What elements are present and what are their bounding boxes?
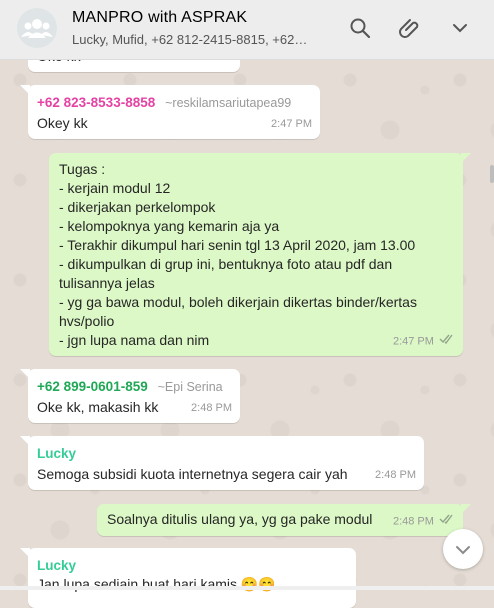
scroll-down-icon bbox=[456, 546, 470, 555]
message-incoming[interactable]: +62 899-0601-859 ~Epi Serina Oke kk, mak… bbox=[20, 369, 240, 423]
chat-header: MANPRO with ASPRAK Lucky, Mufid, +62 812… bbox=[0, 0, 494, 60]
message-incoming[interactable]: +62 823-8533-8858 ~reskilamsariutapea99 … bbox=[20, 85, 320, 139]
sender-push-name: ~Epi Serina bbox=[157, 380, 223, 394]
message-time: 2:48 PM bbox=[375, 469, 416, 481]
chat-participants[interactable]: Lucky, Mufid, +62 812-2415-8815, +62… bbox=[72, 32, 332, 47]
message-text: Jan lupa sediain buat hari kamis 😊😊 bbox=[37, 576, 276, 592]
composer-edge bbox=[0, 586, 494, 590]
sender-name[interactable]: Lucky bbox=[37, 558, 76, 573]
message-line: - dikerjakan perkelompok bbox=[59, 199, 216, 215]
message-line: - jgn lupa nama dan nim bbox=[59, 332, 210, 348]
message-line: tulisannya jelas bbox=[59, 275, 155, 291]
sender-name[interactable]: +62 899-0601-859 bbox=[37, 379, 148, 394]
message-time: 2:48 PM bbox=[191, 402, 232, 414]
message-incoming[interactable]: Lucky Jan lupa sediain buat hari kamis 😊… bbox=[20, 548, 356, 608]
message-text: Okey kk bbox=[37, 115, 88, 131]
message-time-status: 2:47 PM bbox=[393, 332, 455, 351]
bubble-tail bbox=[20, 548, 30, 558]
message-time: 2:48 PM bbox=[392, 515, 434, 527]
message-line: hvs/polio bbox=[59, 313, 115, 329]
chevron-down-icon[interactable] bbox=[448, 16, 472, 40]
double-check-icon bbox=[439, 332, 455, 351]
attach-icon[interactable] bbox=[398, 16, 422, 40]
group-avatar-icon[interactable] bbox=[17, 8, 57, 48]
message-line: - kerjain modul 12 bbox=[59, 180, 171, 196]
sender-name[interactable]: +62 823-8533-8858 bbox=[37, 95, 155, 110]
message-line: - Terakhir dikumpul hari senin tgl 13 Ap… bbox=[59, 237, 416, 253]
message-text-block: Tugas : - kerjain modul 12 - dikerjakan … bbox=[59, 160, 417, 350]
search-icon[interactable] bbox=[348, 16, 372, 40]
chat-title[interactable]: MANPRO with ASPRAK bbox=[72, 9, 247, 27]
message-text: Oke kk, makasih kk bbox=[37, 399, 159, 415]
bubble-tail bbox=[461, 153, 471, 163]
message-line: Tugas : bbox=[59, 161, 106, 177]
bubble-tail bbox=[20, 436, 30, 446]
bubble-tail bbox=[20, 369, 30, 379]
scroll-down-button[interactable] bbox=[443, 529, 483, 569]
message-outgoing[interactable]: Tugas : - kerjain modul 12 - dikerjakan … bbox=[49, 153, 471, 356]
sender-push-name: ~reskilamsariutapea99 bbox=[165, 96, 292, 110]
message-incoming[interactable]: Lucky Semoga subsidi kuota internetnya s… bbox=[20, 436, 424, 490]
message-time: 2:47 PM bbox=[271, 118, 312, 130]
message-line: - yg ga bawa modul, boleh dikerjain dike… bbox=[59, 294, 417, 310]
sender-name[interactable]: Lucky bbox=[37, 446, 76, 461]
message-outgoing[interactable]: Soalnya ditulis ulang ya, yg ga pake mod… bbox=[97, 504, 471, 536]
message-text: Semoga subsidi kuota internetnya segera … bbox=[37, 466, 348, 482]
scrollbar-thumb[interactable] bbox=[490, 165, 494, 183]
message-line: - kelompoknya yang kemarin aja ya bbox=[59, 218, 280, 234]
message-text: Soalnya ditulis ulang ya, yg ga pake mod… bbox=[107, 511, 373, 527]
message-line: - dikumpulkan di grup ini, bentuknya fot… bbox=[59, 256, 393, 272]
message-time: 2:47 PM bbox=[392, 335, 434, 347]
double-check-icon bbox=[439, 512, 455, 531]
bubble-tail bbox=[20, 85, 30, 95]
bubble-tail bbox=[461, 504, 471, 514]
